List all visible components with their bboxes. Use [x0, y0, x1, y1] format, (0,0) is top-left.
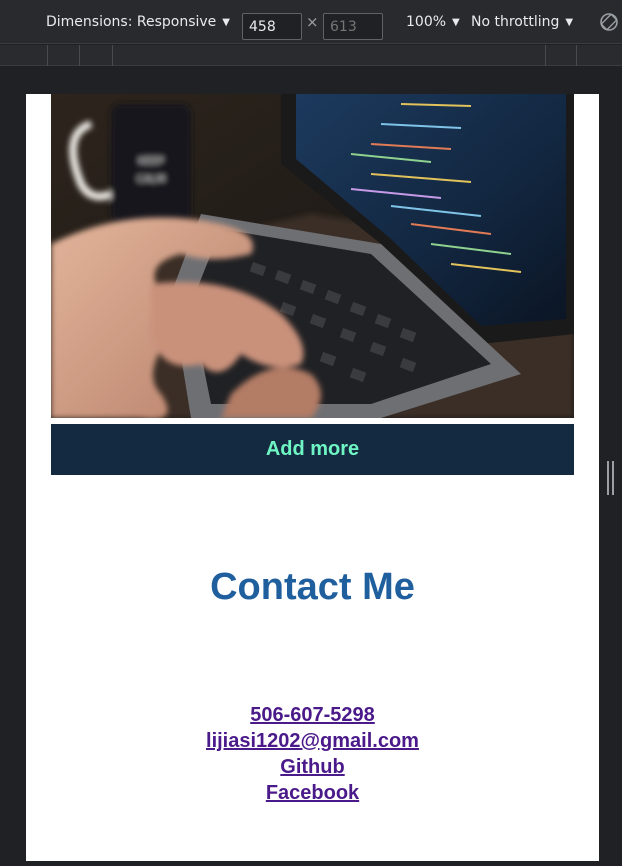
github-link[interactable]: Github: [26, 754, 599, 780]
contact-links: 506-607-5298 lijiasi1202@gmail.com Githu…: [26, 702, 599, 806]
media-query-segment[interactable]: [48, 45, 80, 66]
throttling-label: No throttling: [471, 14, 560, 30]
facebook-link[interactable]: Facebook: [26, 780, 599, 806]
width-input[interactable]: [242, 13, 302, 40]
times-icon: ×: [306, 13, 319, 31]
grip-line: [607, 461, 609, 495]
dimensions-label: Dimensions: Responsive: [46, 14, 217, 30]
svg-text:KEEP: KEEP: [138, 156, 163, 167]
grip-line: [612, 461, 614, 495]
laptop-coding-photo: KEEP CALM: [51, 94, 574, 418]
dimensions-dropdown[interactable]: Dimensions: Responsive ▼: [46, 0, 230, 44]
media-query-segment[interactable]: [546, 45, 577, 66]
zoom-label: 100%: [406, 14, 447, 30]
contact-title: Contact Me: [210, 566, 415, 608]
email-link[interactable]: lijiasi1202@gmail.com: [26, 728, 599, 754]
caret-down-icon: ▼: [452, 16, 460, 28]
phone-link[interactable]: 506-607-5298: [26, 702, 599, 728]
media-query-segment[interactable]: [510, 45, 546, 66]
caret-down-icon: ▼: [222, 16, 230, 28]
device-viewport: KEEP CALM Add more Contact Me 506-607-52…: [26, 94, 599, 861]
devtools-device-toolbar: Dimensions: Responsive ▼ × 100% ▼ No thr…: [0, 0, 622, 44]
resize-handle[interactable]: [606, 461, 615, 495]
rotate-icon[interactable]: [598, 0, 620, 44]
throttling-dropdown[interactable]: No throttling ▼: [471, 0, 573, 44]
caret-down-icon: ▼: [565, 16, 574, 28]
media-query-segment[interactable]: [0, 45, 48, 66]
zoom-dropdown[interactable]: 100% ▼: [406, 0, 460, 44]
media-query-bar: [0, 45, 622, 66]
svg-text:CALM: CALM: [137, 174, 165, 185]
height-input[interactable]: [323, 13, 383, 40]
add-more-button[interactable]: Add more: [51, 424, 574, 475]
media-query-segment[interactable]: [80, 45, 113, 66]
